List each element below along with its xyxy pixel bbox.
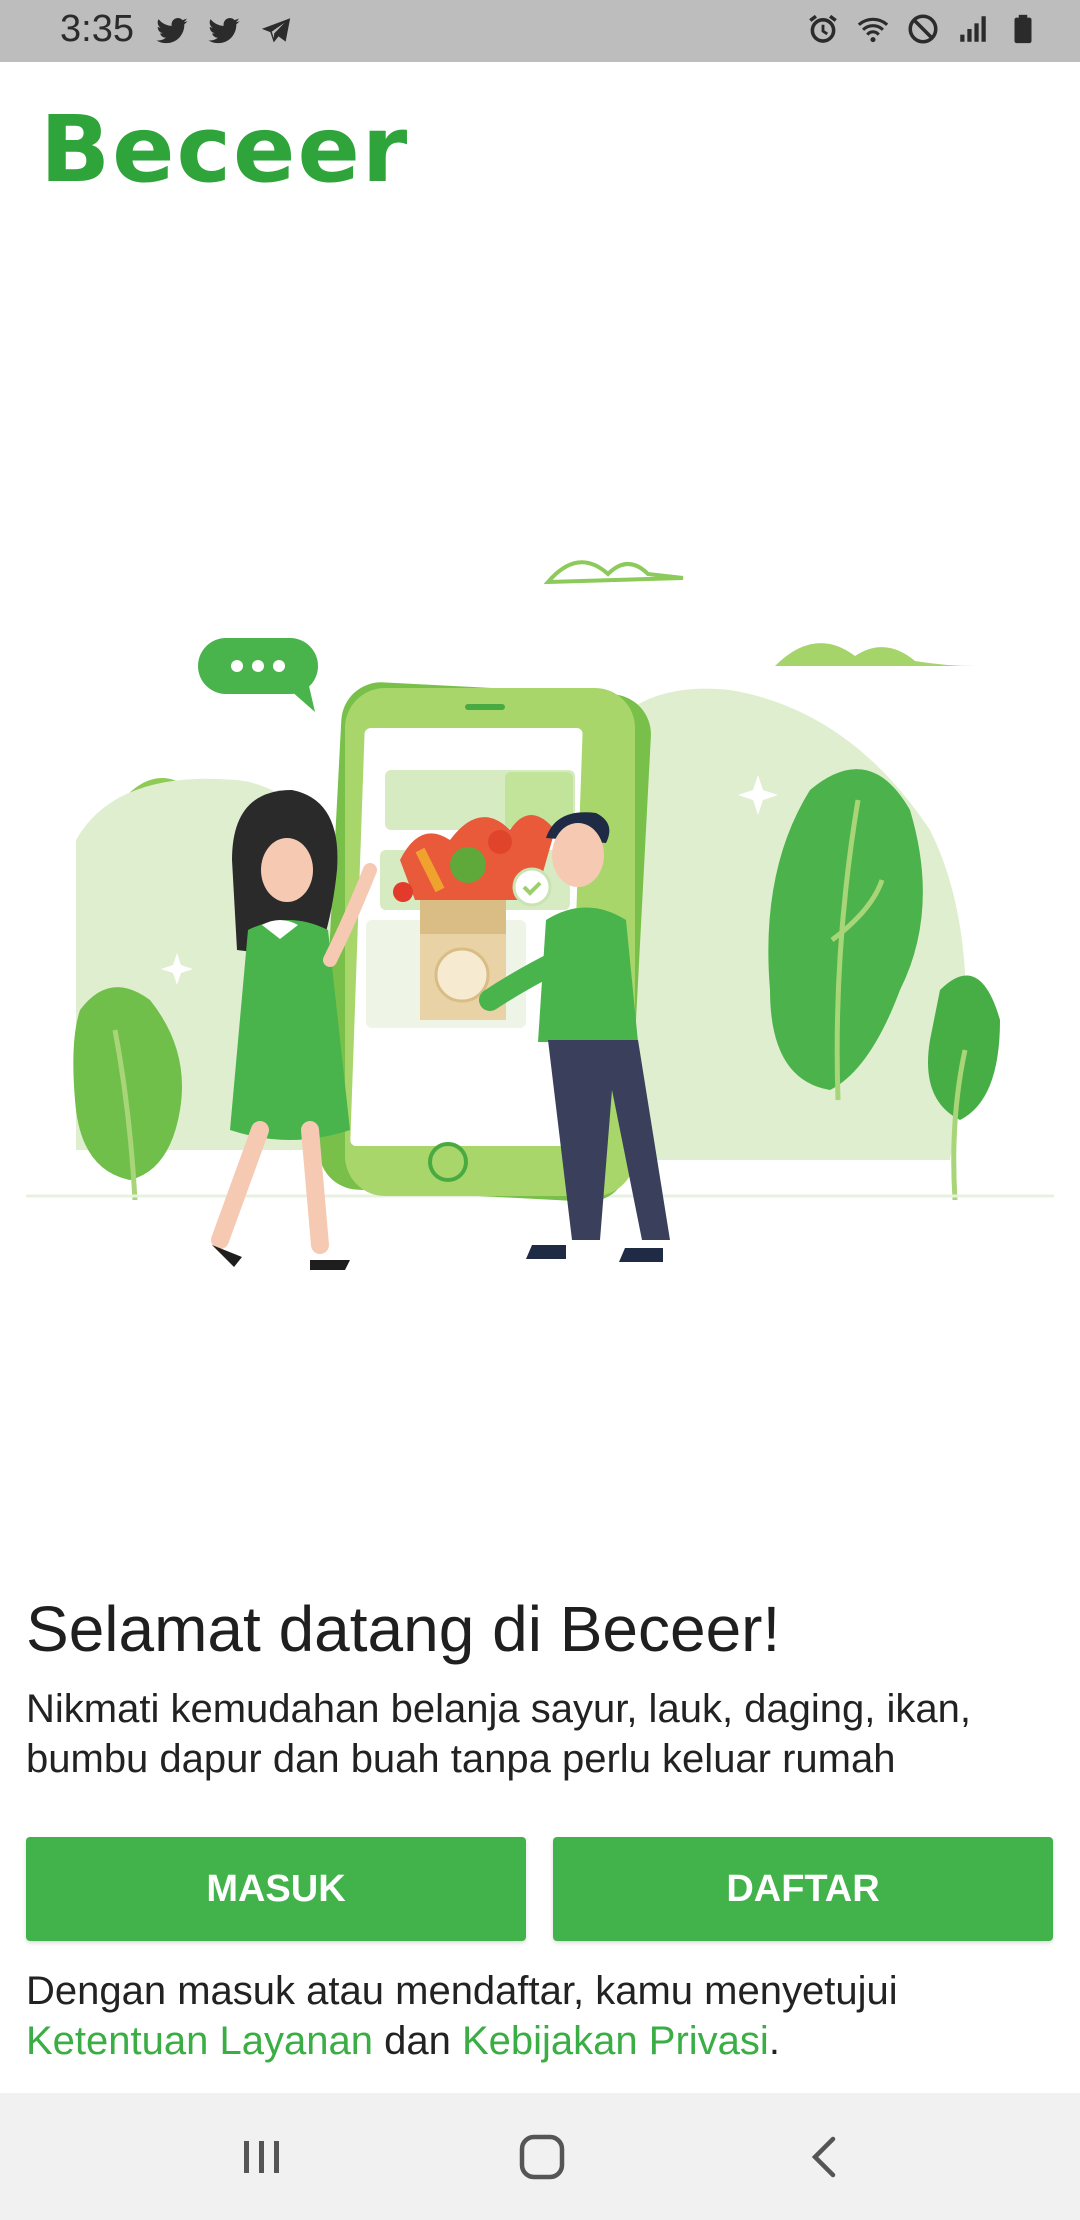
- logo-text: Beceer: [40, 96, 410, 203]
- privacy-policy-link[interactable]: Kebijakan Privasi: [462, 2019, 769, 2063]
- chat-bubble-icon: [198, 638, 318, 712]
- login-button[interactable]: MASUK: [26, 1837, 526, 1941]
- terms-prefix: Dengan masuk atau mendaftar, kamu menyet…: [26, 1969, 898, 2013]
- cloud-decoration: [543, 560, 684, 585]
- welcome-illustration: [26, 560, 1054, 1270]
- do-not-disturb-icon: [908, 14, 938, 44]
- cloud-decoration: [775, 643, 975, 666]
- telegram-icon: [261, 18, 291, 43]
- app-logo: Beceer: [40, 96, 409, 203]
- terms-conjunction: dan: [384, 2019, 451, 2063]
- home-icon[interactable]: [512, 2131, 572, 2183]
- back-icon[interactable]: [795, 2131, 855, 2183]
- twitter-icon: [156, 18, 188, 44]
- battery-icon: [1014, 14, 1032, 44]
- welcome-title: Selamat datang di Beceer!: [26, 1593, 781, 1665]
- twitter-icon: [208, 18, 240, 44]
- recent-apps-icon[interactable]: [232, 2131, 292, 2183]
- notification-icons: [155, 14, 293, 48]
- terms-suffix: .: [768, 2019, 780, 2063]
- terms-text: Dengan masuk atau mendaftar, kamu menyet…: [26, 1966, 1056, 2066]
- status-time: 3:35: [60, 8, 134, 50]
- register-button[interactable]: DAFTAR: [553, 1837, 1053, 1941]
- navigation-bar: [0, 2093, 1080, 2220]
- alarm-icon: [809, 14, 837, 43]
- terms-of-service-link[interactable]: Ketentuan Layanan: [26, 2019, 373, 2063]
- wifi-icon: [857, 17, 889, 43]
- status-bar: 3:35: [0, 0, 1080, 62]
- system-icons: [806, 12, 1040, 46]
- welcome-description: Nikmati kemudahan belanja sayur, lauk, d…: [26, 1687, 971, 1781]
- tree-decoration: [928, 975, 1000, 1120]
- signal-icon: [960, 16, 986, 42]
